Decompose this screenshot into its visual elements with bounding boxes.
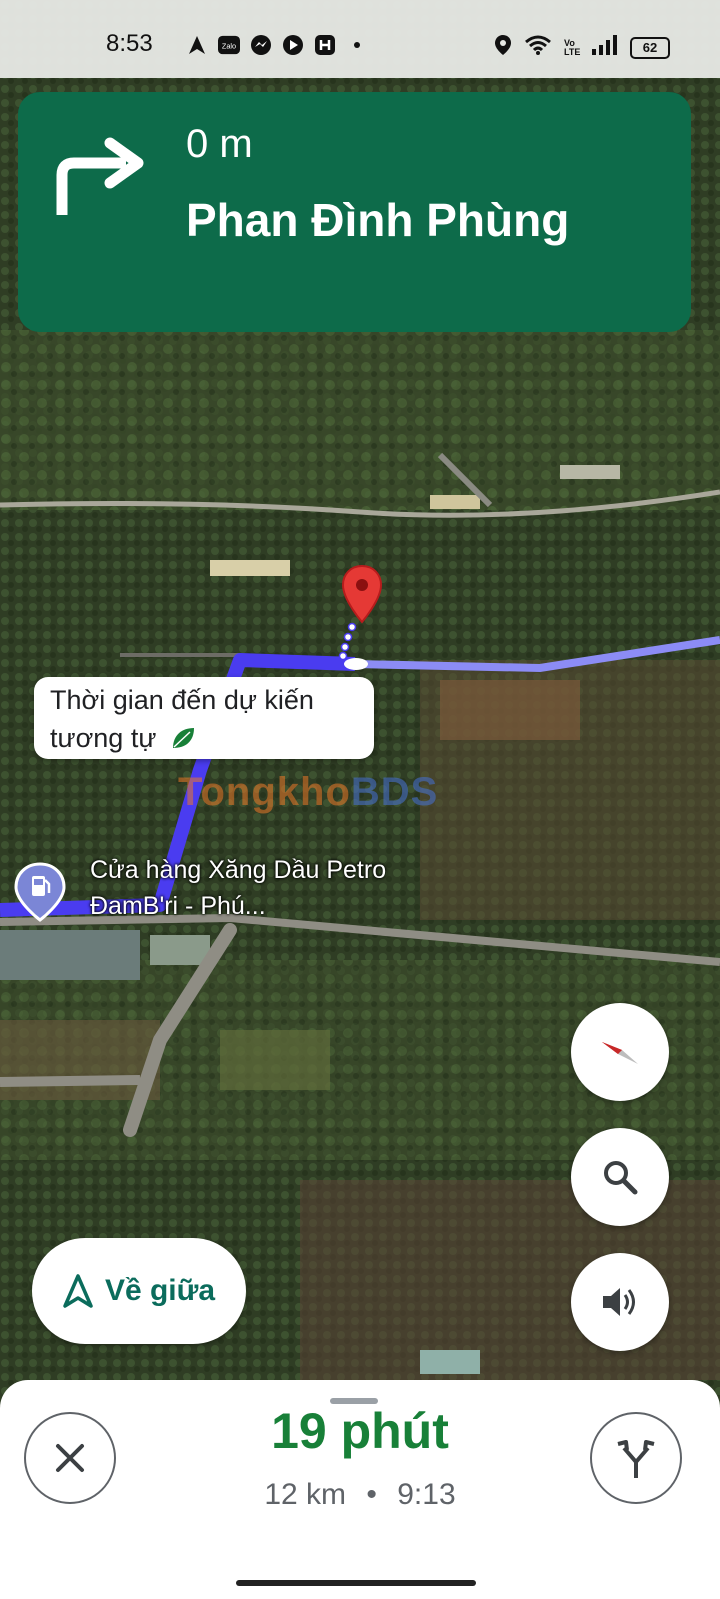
trip-duration: 19 phút <box>271 1403 449 1459</box>
recenter-button[interactable]: Về giữa <box>32 1238 246 1344</box>
trip-info: 12 km • 9:13 <box>0 1478 720 1512</box>
battery-icon: 62 <box>630 36 670 59</box>
destination-pin-icon[interactable] <box>341 564 383 626</box>
poi-label: Cửa hàng Xăng Dầu Petro ĐamB'ri - Phú... <box>90 856 387 920</box>
dot-icon <box>346 34 368 56</box>
compass-button[interactable] <box>571 1003 669 1101</box>
zalo-icon: Zalo <box>218 34 240 56</box>
watermark-text-1: Tongkho <box>178 770 351 814</box>
eta-bubble[interactable]: Thời gian đến dự kiến tương tự <box>34 677 374 759</box>
messenger-icon <box>250 34 272 56</box>
trip-separator: • <box>366 1478 377 1511</box>
app-h-icon <box>314 34 336 56</box>
volte-label: Vo LTE <box>564 37 581 57</box>
trip-distance: 12 km <box>264 1478 347 1511</box>
maneuver-distance: 0 m <box>186 122 253 166</box>
watermark-text-2: BDS <box>350 770 439 814</box>
street-name: Phan Đình Phùng <box>186 194 570 246</box>
watermark: TongkhoBDS <box>178 770 438 815</box>
sound-button[interactable] <box>571 1253 669 1351</box>
status-bar: 8:53 Zalo Vo LTE 62 <box>0 0 720 78</box>
gas-station-icon <box>14 862 66 922</box>
system-icons: Vo LTE 62 <box>494 34 670 61</box>
status-time: 8:53 <box>106 30 153 57</box>
notification-icons: Zalo <box>186 34 368 56</box>
home-indicator[interactable] <box>236 1580 476 1586</box>
compass-icon <box>602 1042 638 1064</box>
svg-text:Zalo: Zalo <box>222 42 236 51</box>
recenter-arrow-icon <box>63 1274 93 1308</box>
recenter-label: Về giữa <box>104 1274 216 1307</box>
search-button[interactable] <box>571 1128 669 1226</box>
search-icon <box>604 1161 638 1195</box>
youtube-icon <box>282 34 304 56</box>
leaf-icon <box>172 728 194 748</box>
turn-right-icon <box>56 137 144 215</box>
arrival-time: 9:13 <box>397 1478 456 1511</box>
location-icon <box>494 34 512 61</box>
wifi-icon <box>524 34 552 61</box>
volume-icon <box>603 1288 635 1316</box>
signal-icon <box>592 35 618 60</box>
navigation-arrow-icon <box>186 34 208 56</box>
